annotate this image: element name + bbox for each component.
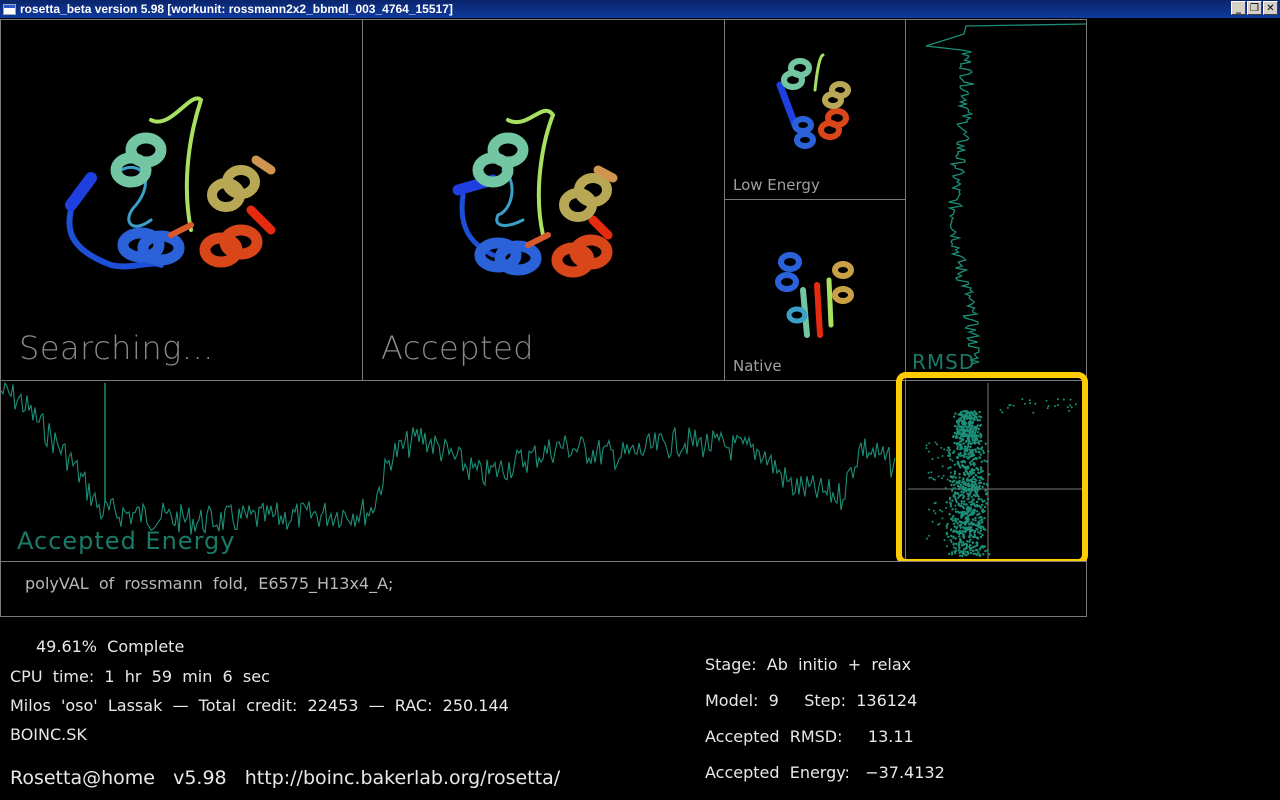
searching-label: Searching... [19, 329, 214, 367]
restore-button[interactable]: ❐ [1247, 1, 1262, 15]
footer-url: Rosetta@home v5.98 http://boinc.bakerlab… [10, 767, 561, 789]
window-title: rosetta_beta version 5.98 [workunit: ros… [20, 2, 453, 16]
workunit-description: polyVAL of rossmann fold, E6575_H13x4_A; [25, 574, 394, 593]
accepted-energy-label: Accepted Energy [17, 527, 236, 555]
low-energy-protein-image [776, 53, 851, 149]
rmsd-trace [925, 23, 1086, 365]
minimize-button[interactable]: _ [1231, 1, 1246, 15]
rmsd-trace-line [925, 23, 1086, 365]
accepted-protein-image [452, 108, 618, 278]
searching-protein-image [65, 96, 276, 270]
user-credit: Milos 'oso' Lassak — Total credit: 22453… [10, 696, 509, 715]
accepted-panel: Accepted [362, 19, 725, 381]
stage-text: Stage: Ab initio + relax [705, 655, 912, 674]
app-icon [3, 3, 16, 15]
graphics-area: Searching... Accepted Low Energy Native … [0, 19, 1280, 800]
window-titlebar[interactable]: rosetta_beta version 5.98 [workunit: ros… [0, 0, 1280, 18]
energy-panel: Accepted Energy [0, 380, 906, 562]
cpu-time: CPU time: 1 hr 59 min 6 sec [10, 667, 270, 686]
energy-trace-line [1, 381, 896, 535]
rmsd-panel: RMSD [905, 19, 1087, 381]
native-protein-image [775, 252, 854, 338]
accepted-label: Accepted [381, 329, 535, 367]
model-step-text: Model: 9 Step: 136124 [705, 691, 918, 710]
team-name: BOINC.SK [10, 725, 87, 744]
native-panel: Native [724, 199, 906, 381]
close-button[interactable]: ✕ [1263, 1, 1278, 15]
low-energy-panel: Low Energy [724, 19, 906, 200]
scatter-highlight-box [896, 372, 1088, 565]
searching-panel: Searching... [0, 19, 363, 381]
window-controls: _ ❐ ✕ [1231, 1, 1278, 15]
accepted-rmsd-text: Accepted RMSD: 13.11 [705, 727, 914, 746]
accepted-energy-text: Accepted Energy: −37.4132 [705, 763, 945, 782]
low-energy-label: Low Energy [733, 176, 820, 194]
description-panel: polyVAL of rossmann fold, E6575_H13x4_A; [0, 561, 1087, 617]
rmsd-label: RMSD [912, 350, 976, 374]
native-label: Native [733, 357, 782, 375]
percent-complete: 49.61% Complete [36, 637, 185, 656]
